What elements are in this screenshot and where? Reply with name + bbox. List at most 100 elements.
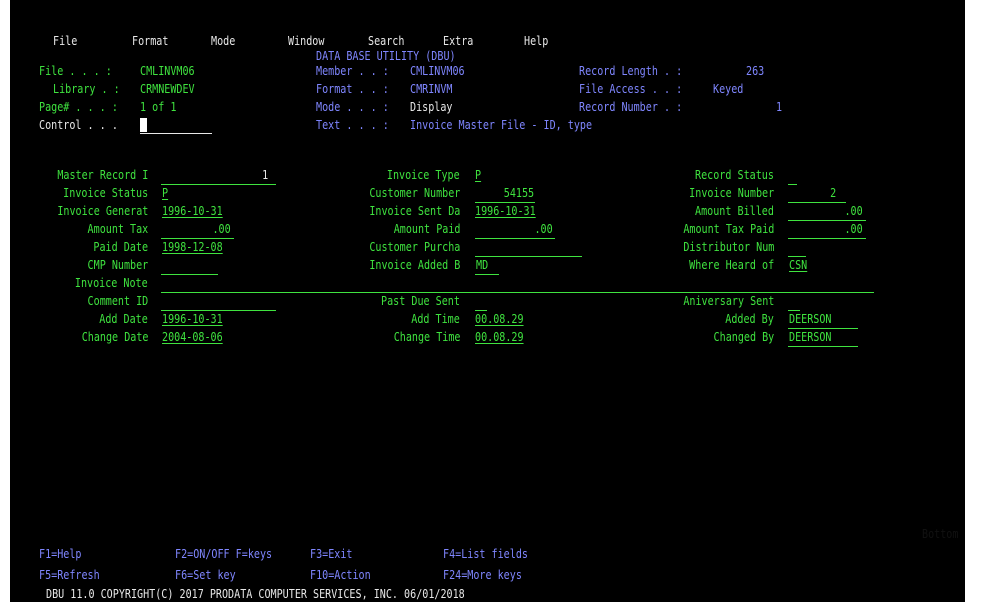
master-record-label: Master Record I (56, 168, 148, 182)
customer-number-value: 54155 (503, 186, 534, 200)
record-number-value: 1 (776, 100, 783, 114)
amount-tax-paid-value: .00 (844, 222, 863, 236)
add-date-value[interactable]: 1996-10-31 (162, 312, 223, 327)
mode-label: Mode . . . : (316, 100, 389, 114)
invoice-added-value: MD (476, 258, 489, 272)
menu-file[interactable]: File (53, 34, 77, 49)
distributor-label: Distributor Num (682, 240, 774, 254)
menu-search[interactable]: Search (368, 34, 404, 49)
change-time-value[interactable]: 00.08.29 (475, 330, 524, 345)
changed-by-field[interactable] (788, 346, 858, 347)
library-label: Library . : (53, 82, 120, 96)
menu-help[interactable]: Help (524, 34, 548, 49)
add-time-label: Add Time (411, 312, 460, 326)
text-cursor (140, 118, 147, 132)
amount-tax-label: Amount Tax (87, 222, 148, 236)
customer-purcha-field[interactable] (475, 256, 582, 257)
add-time-value[interactable]: 00.08.29 (475, 312, 524, 327)
added-by-value: DEERSON (789, 312, 832, 326)
page-title: DATA BASE UTILITY (DBU) (316, 49, 456, 63)
file-label: File . . . : (39, 64, 112, 78)
amount-billed-label: Amount Billed (695, 204, 774, 218)
page-number-value: 1 of 1 (140, 100, 177, 114)
fkey-f5-refresh[interactable]: F5=Refresh (39, 568, 100, 583)
fkey-f2-toggle[interactable]: F2=ON/OFF F=keys (175, 547, 272, 562)
menu-format[interactable]: Format (132, 34, 168, 49)
amount-paid-value: .00 (534, 222, 553, 236)
customer-purcha-label: Customer Purcha (368, 240, 460, 254)
cmp-number-field[interactable] (161, 274, 218, 275)
amount-paid-field[interactable] (475, 238, 555, 239)
invoice-status-value[interactable]: P (162, 186, 168, 201)
amount-billed-field[interactable] (788, 220, 866, 221)
fkey-f10-action[interactable]: F10=Action (310, 568, 371, 583)
control-input[interactable] (140, 133, 212, 134)
change-date-value[interactable]: 2004-08-06 (162, 330, 223, 345)
member-label: Member . . : (316, 64, 389, 78)
past-due-label: Past Due Sent (381, 294, 460, 308)
record-length-value: 263 (746, 64, 765, 78)
invoice-note-label: Invoice Note (75, 276, 148, 290)
master-record-value: 1 (261, 168, 268, 182)
file-value: CMLINVM06 (140, 64, 195, 78)
aniversary-label: Aniversary Sent (682, 294, 774, 308)
copyright-line: DBU 11.0 COPYRIGHT(C) 2017 PRODATA COMPU… (46, 587, 465, 601)
add-date-label: Add Date (99, 312, 148, 326)
invoice-sent-label: Invoice Sent Da (368, 204, 460, 218)
added-by-label: Added By (725, 312, 774, 326)
distributor-field[interactable] (788, 256, 806, 257)
fkey-f4-list[interactable]: F4=List fields (443, 547, 528, 562)
terminal-screen: File Format Mode Window Search Extra Hel… (10, 0, 965, 602)
invoice-type-value[interactable]: P (475, 168, 481, 183)
control-label: Control . . . (39, 118, 118, 132)
change-time-label: Change Time (393, 330, 460, 344)
text-label: Text . . . : (316, 118, 389, 132)
format-label: Format . . : (316, 82, 389, 96)
invoice-added-label: Invoice Added B (368, 258, 460, 272)
changed-by-value: DEERSON (789, 330, 832, 344)
customer-number-label: Customer Number (368, 186, 460, 200)
comment-id-label: Comment ID (87, 294, 148, 308)
invoice-number-field[interactable] (788, 202, 846, 203)
menu-mode[interactable]: Mode (211, 34, 235, 49)
added-by-field[interactable] (788, 328, 858, 329)
member-value: CMLINVM06 (410, 64, 465, 78)
menu-extra[interactable]: Extra (443, 34, 473, 49)
format-value: CMRINVM (410, 82, 453, 96)
record-length-label: Record Length . : (579, 64, 683, 78)
invoice-number-value: 2 (829, 186, 836, 200)
amount-billed-value: .00 (844, 204, 863, 218)
menu-window[interactable]: Window (288, 34, 324, 49)
master-record-field[interactable] (161, 184, 276, 185)
invoice-note-field[interactable] (161, 292, 874, 293)
amount-paid-label: Amount Paid (393, 222, 460, 236)
invoice-status-label: Invoice Status (63, 186, 148, 200)
comment-id-field[interactable] (161, 310, 276, 311)
invoice-number-label: Invoice Number (689, 186, 774, 200)
change-date-label: Change Date (81, 330, 148, 344)
record-number-label: Record Number . : (579, 100, 683, 114)
invoice-sent-value[interactable]: 1996-10-31 (475, 204, 536, 219)
record-status-label: Record Status (695, 168, 774, 182)
invoice-generat-label: Invoice Generat (56, 204, 148, 218)
fkey-f1-help[interactable]: F1=Help (39, 547, 81, 562)
aniversary-field[interactable] (788, 310, 800, 311)
amount-tax-paid-field[interactable] (788, 238, 866, 239)
paid-date-value[interactable]: 1998-12-08 (162, 240, 223, 255)
customer-number-field[interactable] (475, 202, 535, 203)
invoice-generat-value[interactable]: 1996-10-31 (162, 204, 223, 219)
page-number-label: Page# . . . : (39, 100, 118, 114)
where-heard-value[interactable]: CSN (789, 258, 807, 273)
mode-value: Display (410, 100, 453, 114)
fkey-f6-setkey[interactable]: F6=Set key (175, 568, 236, 583)
cmp-number-label: CMP Number (87, 258, 148, 272)
amount-tax-field[interactable] (161, 238, 234, 239)
past-due-field[interactable] (475, 310, 487, 311)
file-access-label: File Access . . : (579, 82, 683, 96)
text-value: Invoice Master File - ID, type (410, 118, 593, 132)
paid-date-label: Paid Date (93, 240, 148, 254)
fkey-f24-more[interactable]: F24=More keys (443, 568, 522, 583)
invoice-added-field[interactable] (475, 274, 499, 275)
record-status-field[interactable] (788, 184, 797, 185)
fkey-f3-exit[interactable]: F3=Exit (310, 547, 352, 562)
